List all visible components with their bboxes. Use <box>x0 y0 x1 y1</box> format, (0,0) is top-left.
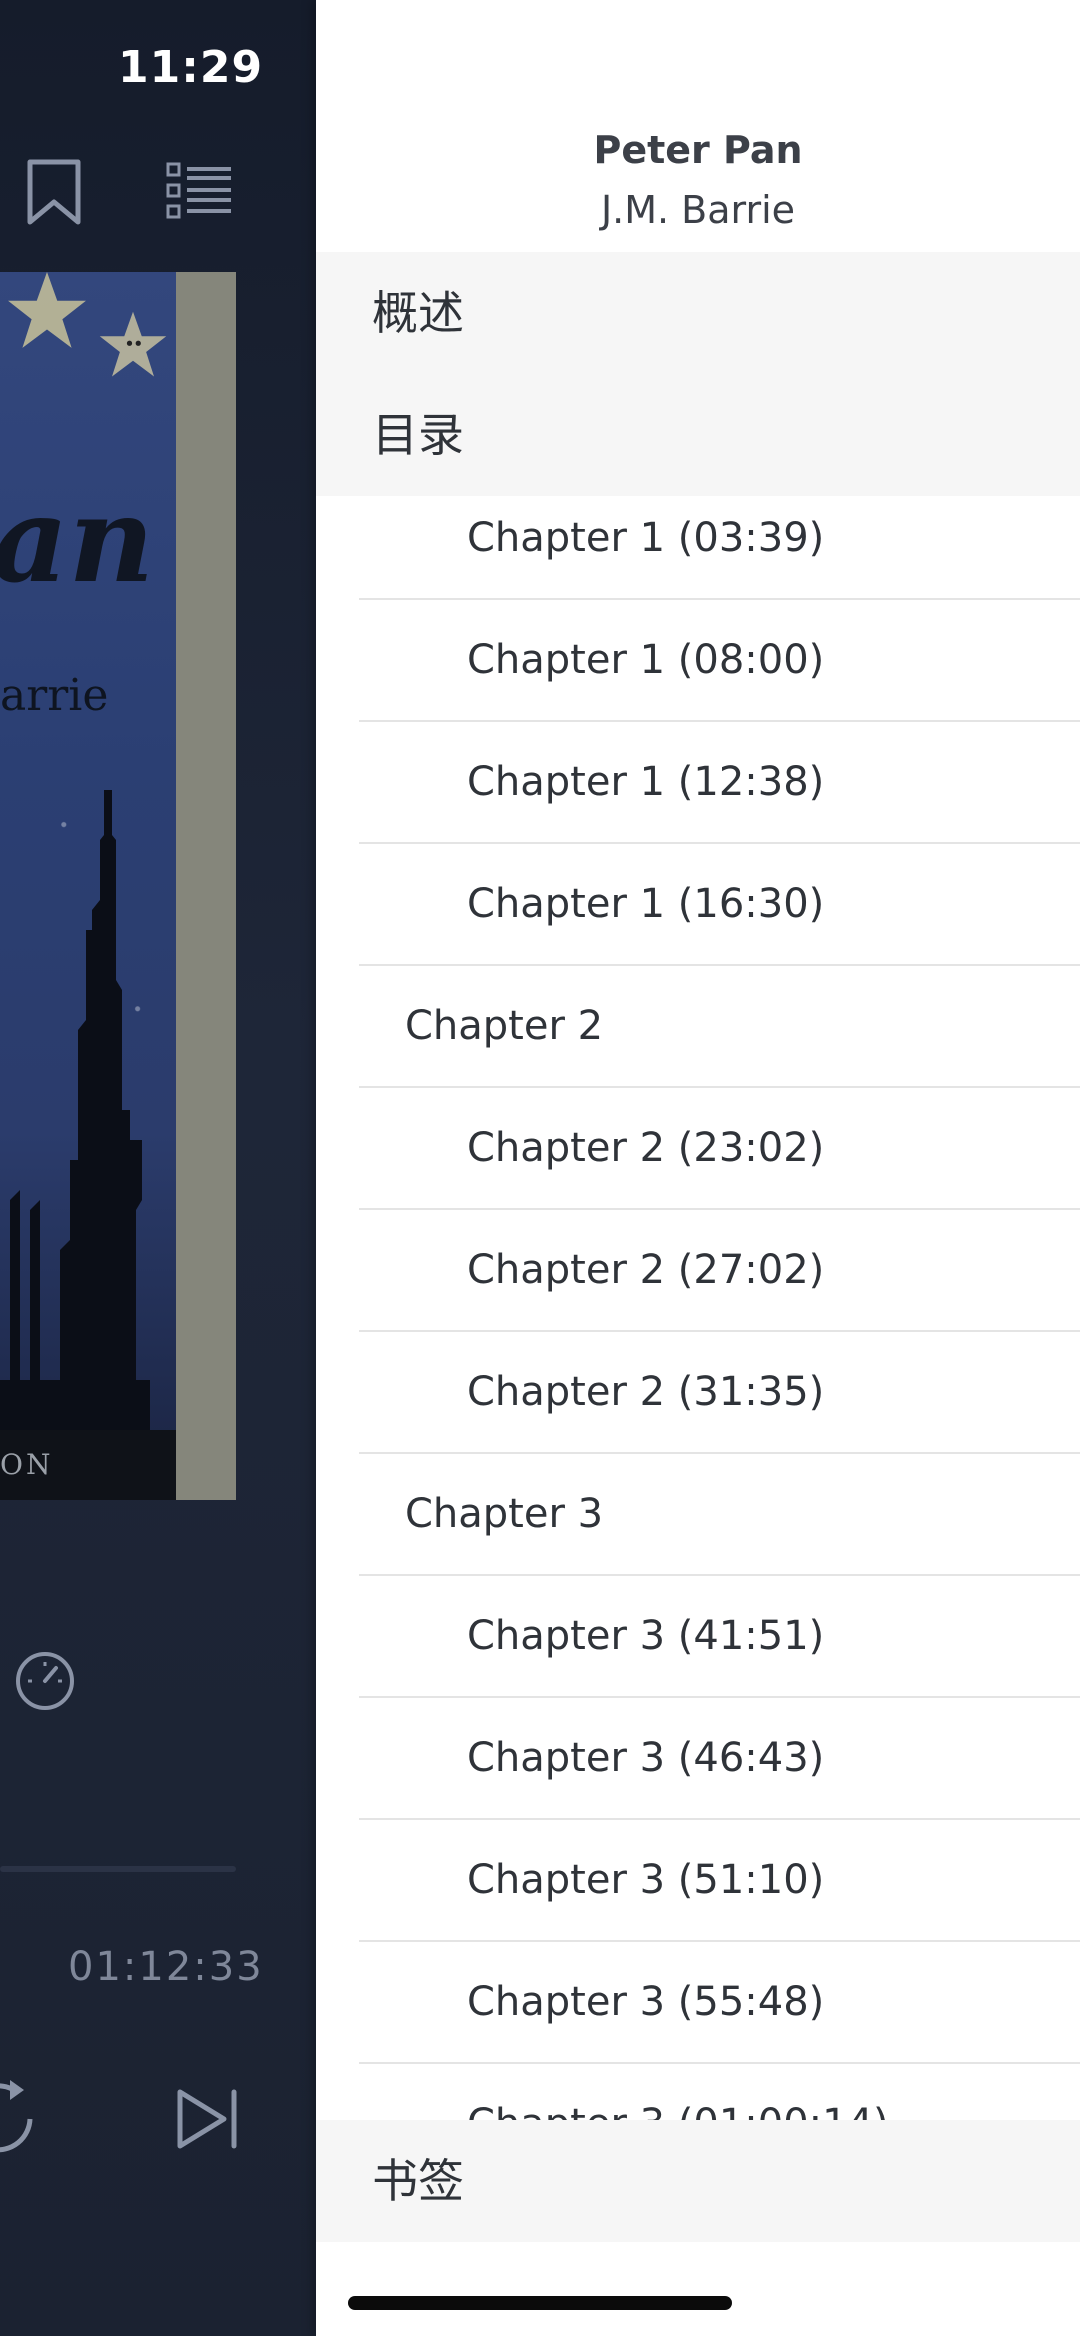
section-toc-label: 目录 <box>372 408 464 462</box>
cover-title-text: an <box>0 470 155 609</box>
section-bookmarks-label: 书签 <box>372 2154 464 2208</box>
toc-item[interactable]: Chapter 1 (16:30) <box>359 844 1080 966</box>
cover-publisher-text: ON <box>0 1430 176 1500</box>
cover-edge <box>176 272 236 1500</box>
drawer-header: Peter Pan J.M. Barrie <box>316 0 1080 252</box>
speed-gauge-icon[interactable] <box>14 1650 76 1712</box>
toc-item[interactable]: Chapter 2 (27:02) <box>359 1210 1080 1332</box>
chapter-drawer: Peter Pan J.M. Barrie 概述 目录 Chapter 1 (0… <box>316 0 1080 2336</box>
book-author: J.M. Barrie <box>600 188 796 232</box>
section-toc[interactable]: 目录 <box>316 374 1080 496</box>
rewind-icon[interactable] <box>0 2074 40 2164</box>
toc-item[interactable]: Chapter 1 (12:38) <box>359 722 1080 844</box>
toc-item[interactable]: Chapter 3 (01:00:14) <box>359 2064 1080 2120</box>
toc-item[interactable]: Chapter 1 (03:39) <box>359 496 1080 600</box>
toc-item[interactable]: Chapter 3 (41:51) <box>359 1576 1080 1698</box>
toc-item[interactable]: Chapter 3 (51:10) <box>359 1820 1080 1942</box>
skip-next-icon[interactable] <box>174 2086 244 2152</box>
section-overview[interactable]: 概述 <box>316 252 1080 374</box>
toc-item[interactable]: Chapter 2 (31:35) <box>359 1332 1080 1454</box>
home-indicator[interactable] <box>348 2296 732 2310</box>
toc-list[interactable]: Chapter 1 (03:39) Chapter 1 (08:00) Chap… <box>316 496 1080 2120</box>
player-background: 11:29 an arrie ON 01:12:33 <box>0 0 316 2336</box>
star-icon <box>8 272 86 348</box>
list-icon[interactable] <box>165 160 235 220</box>
city-skyline-silhouette <box>0 790 150 1440</box>
bookmark-icon[interactable] <box>24 158 84 226</box>
toc-item[interactable]: Chapter 1 (08:00) <box>359 600 1080 722</box>
toc-item[interactable]: Chapter 3 (55:48) <box>359 1942 1080 2064</box>
toc-item[interactable]: Chapter 2 <box>359 966 1080 1088</box>
status-clock: 11:29 <box>118 42 264 93</box>
toc-item[interactable]: Chapter 3 <box>359 1454 1080 1576</box>
cover-author-text: arrie <box>0 670 109 721</box>
progress-track[interactable] <box>0 1866 236 1872</box>
toc-item[interactable]: Chapter 2 (23:02) <box>359 1088 1080 1210</box>
toc-item[interactable]: Chapter 3 (46:43) <box>359 1698 1080 1820</box>
book-title: Peter Pan <box>593 128 803 172</box>
section-bookmarks[interactable]: 书签 <box>316 2120 1080 2242</box>
total-time: 01:12:33 <box>68 1944 264 1990</box>
star-icon <box>99 311 167 377</box>
section-overview-label: 概述 <box>372 286 464 340</box>
